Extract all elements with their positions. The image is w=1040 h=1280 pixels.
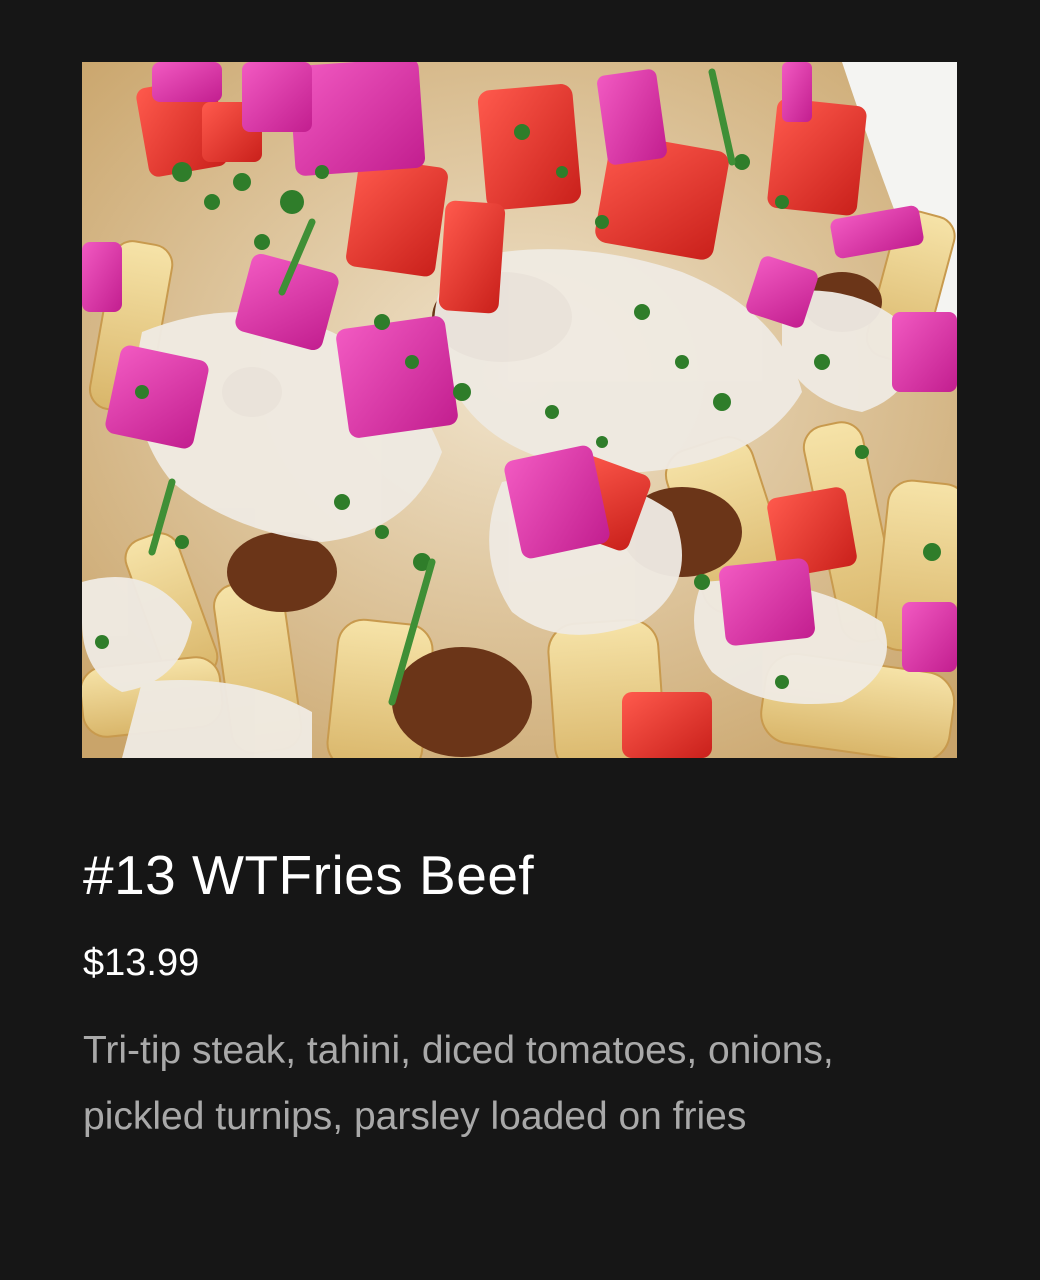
menu-item-photo[interactable] xyxy=(82,62,957,758)
menu-item-card: #13 WTFries Beef $13.99 Tri-tip steak, t… xyxy=(0,0,1040,1280)
menu-item-title: #13 WTFries Beef xyxy=(83,844,535,906)
menu-item-description: Tri-tip steak, tahini, diced tomatoes, o… xyxy=(83,1029,834,1138)
food-photo-illustration xyxy=(82,62,957,758)
menu-item-price: $13.99 xyxy=(83,942,200,984)
